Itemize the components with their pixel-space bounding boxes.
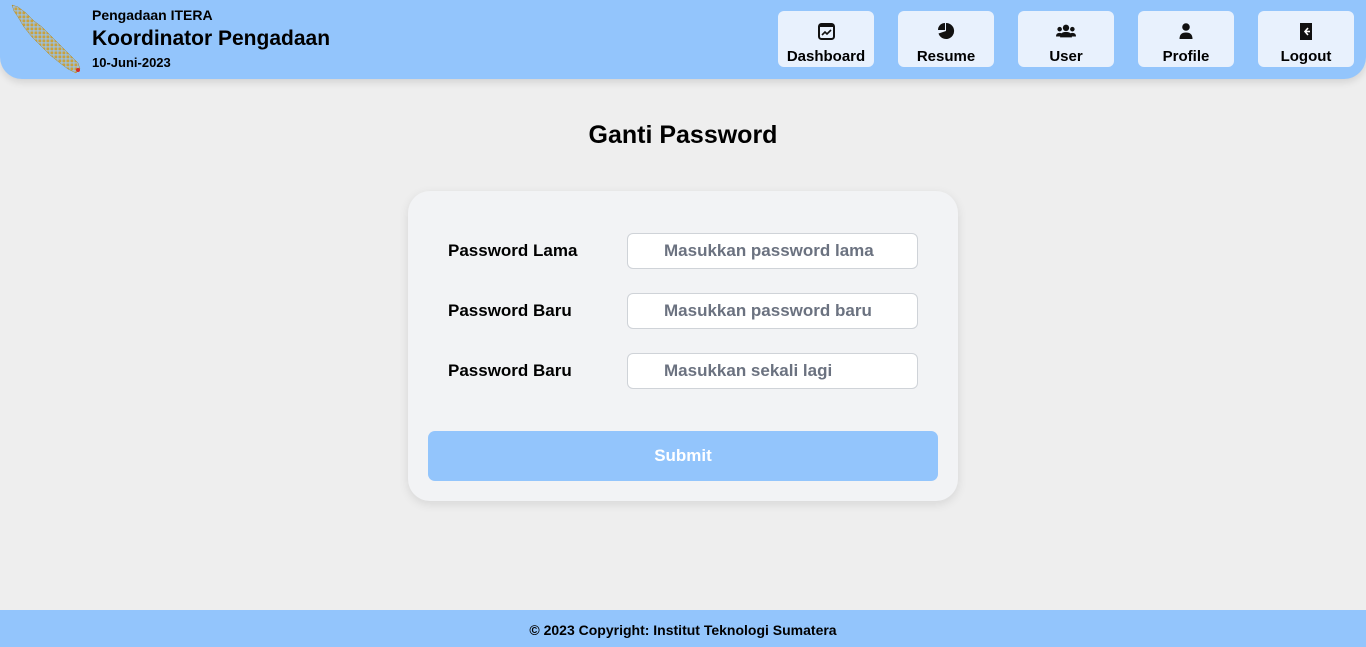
nav-logout-label: Logout [1280, 48, 1332, 65]
current-date: 10-Juni-2023 [92, 55, 171, 70]
users-icon [1056, 21, 1076, 41]
dashboard-chart-icon [816, 21, 836, 41]
pie-chart-icon [936, 21, 956, 41]
confirm-password-input[interactable] [627, 353, 918, 389]
confirm-password-label: Password Baru [448, 361, 572, 380]
nav-profile-button[interactable]: Profile [1138, 11, 1234, 67]
nav-profile-label: Profile [1162, 48, 1210, 65]
new-password-input[interactable] [627, 293, 918, 329]
page-title: Ganti Password [588, 121, 778, 149]
org-name: Pengadaan ITERA [92, 7, 213, 23]
nav-resume-button[interactable]: Resume [898, 11, 994, 67]
nav-user-button[interactable]: User [1018, 11, 1114, 67]
nav-resume-label: Resume [916, 48, 976, 65]
submit-button[interactable]: Submit [428, 431, 938, 481]
user-role: Koordinator Pengadaan [92, 27, 331, 50]
nav-logout-button[interactable]: Logout [1258, 11, 1354, 67]
door-exit-icon [1296, 21, 1316, 41]
footer-copyright: © 2023 Copyright: Institut Teknologi Sum… [0, 610, 1366, 647]
top-header: Pengadaan ITERA Koordinator Pengadaan 10… [0, 0, 1366, 79]
new-password-label: Password Baru [448, 301, 572, 320]
nav-user-label: User [1049, 48, 1083, 65]
brand-block: Pengadaan ITERA Koordinator Pengadaan 10… [92, 7, 330, 71]
nav-dashboard-button[interactable]: Dashboard [778, 11, 874, 67]
old-password-label: Password Lama [448, 241, 578, 260]
sumatra-map-logo [11, 4, 81, 74]
person-icon [1176, 21, 1196, 41]
change-password-card: Password Lama Password Baru Password Bar… [408, 191, 958, 501]
nav-dashboard-label: Dashboard [786, 48, 866, 65]
old-password-input[interactable] [627, 233, 918, 269]
